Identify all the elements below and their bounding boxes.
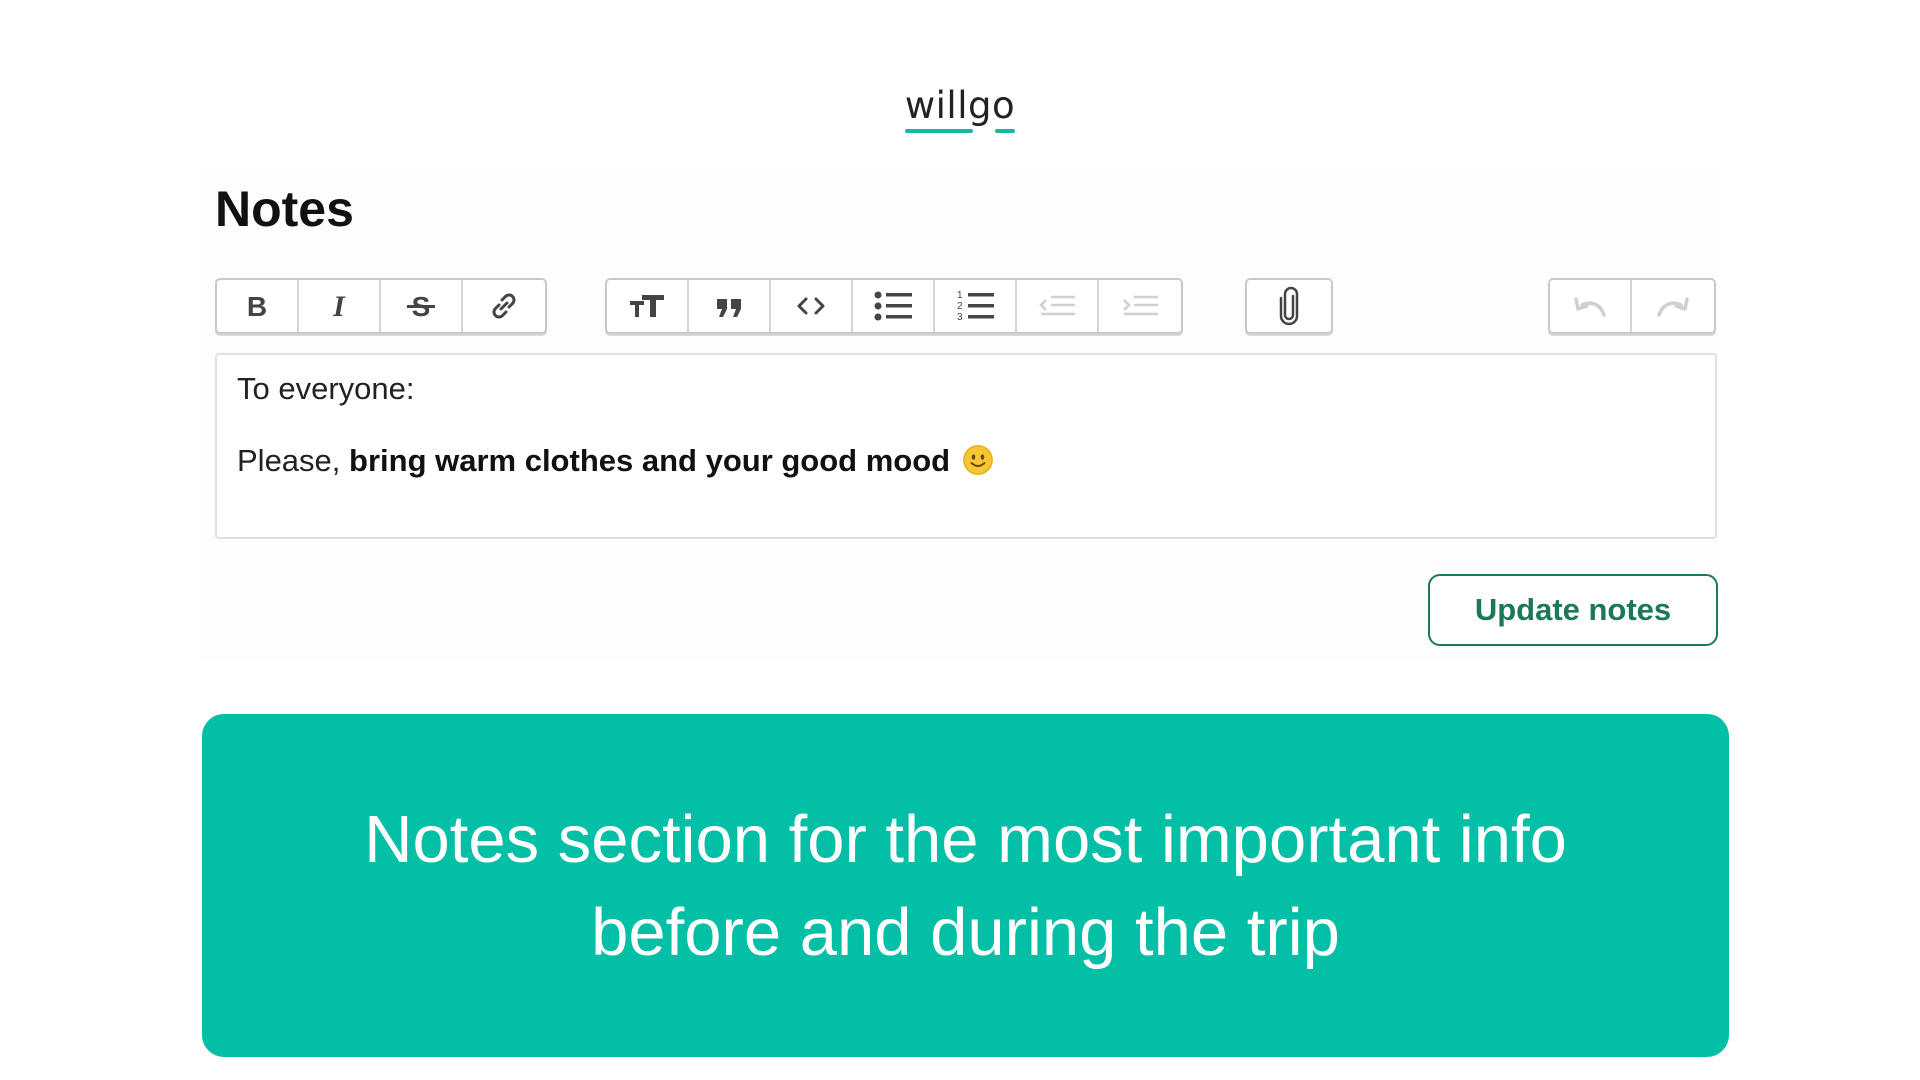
logo-accent-underline [994, 129, 1015, 133]
toolbar-attach-group [1245, 278, 1333, 334]
caption-text: Notes section for the most important inf… [364, 801, 1567, 970]
code-button[interactable] [771, 280, 853, 332]
decrease-indent-icon [1039, 295, 1075, 316]
editor-line-2-prefix: Please, [237, 443, 350, 478]
italic-icon: I [332, 291, 346, 321]
bullet-list-icon [874, 291, 912, 321]
svg-text:2: 2 [957, 301, 963, 312]
bold-button[interactable]: B [217, 280, 299, 332]
page: willgo Notes B I S 1 2 3 To everyone: Pl… [0, 0, 1920, 1080]
editor-line-1: To everyone: [237, 371, 415, 406]
numbered-list-button[interactable]: 1 2 3 [935, 280, 1017, 332]
paperclip-icon [1279, 286, 1299, 326]
svg-text:1: 1 [957, 290, 963, 301]
redo-button[interactable] [1632, 280, 1714, 332]
undo-icon [1574, 297, 1606, 317]
attach-file-button[interactable] [1247, 280, 1331, 332]
toolbar-formatting-group: B I S [215, 278, 547, 334]
caption-banner: Notes section for the most important inf… [202, 714, 1729, 1057]
page-title: Notes [215, 181, 354, 237]
heading-icon [630, 295, 664, 317]
editor-line-2-bold: bring warm clothes and your good mood [349, 443, 951, 478]
smiley-emoji-icon [962, 445, 993, 475]
bold-icon: B [247, 291, 267, 321]
increase-indent-icon [1123, 295, 1158, 316]
italic-button[interactable]: I [299, 280, 381, 332]
undo-button[interactable] [1550, 280, 1632, 332]
svg-text:I: I [332, 291, 346, 321]
svg-text:B: B [247, 291, 267, 321]
quote-button[interactable] [689, 280, 771, 332]
bullet-list-button[interactable] [853, 280, 935, 332]
quote-icon [717, 299, 741, 317]
strikethrough-icon: S [407, 291, 435, 321]
numbered-list-icon: 1 2 3 [957, 290, 994, 323]
editor-line-2: Please, bring warm clothes and your good… [237, 439, 1695, 483]
strikethrough-button[interactable]: S [381, 280, 463, 332]
toolbar-blocks-group: 1 2 3 [605, 278, 1183, 334]
redo-icon [1657, 297, 1689, 317]
link-icon [492, 293, 516, 319]
increase-indent-button[interactable] [1099, 280, 1181, 332]
logo-accent-underline [904, 129, 973, 133]
code-icon [797, 297, 825, 315]
toolbar-history-group [1548, 278, 1716, 334]
decrease-indent-button[interactable] [1017, 280, 1099, 332]
logo-text: willgo [904, 84, 1015, 133]
link-button[interactable] [463, 280, 545, 332]
update-notes-button[interactable]: Update notes [1428, 574, 1718, 646]
notes-editor[interactable]: To everyone: Please, bring warm clothes … [215, 353, 1717, 539]
heading-button[interactable] [607, 280, 689, 332]
logo[interactable]: willgo [0, 84, 1920, 133]
svg-text:3: 3 [957, 312, 963, 323]
